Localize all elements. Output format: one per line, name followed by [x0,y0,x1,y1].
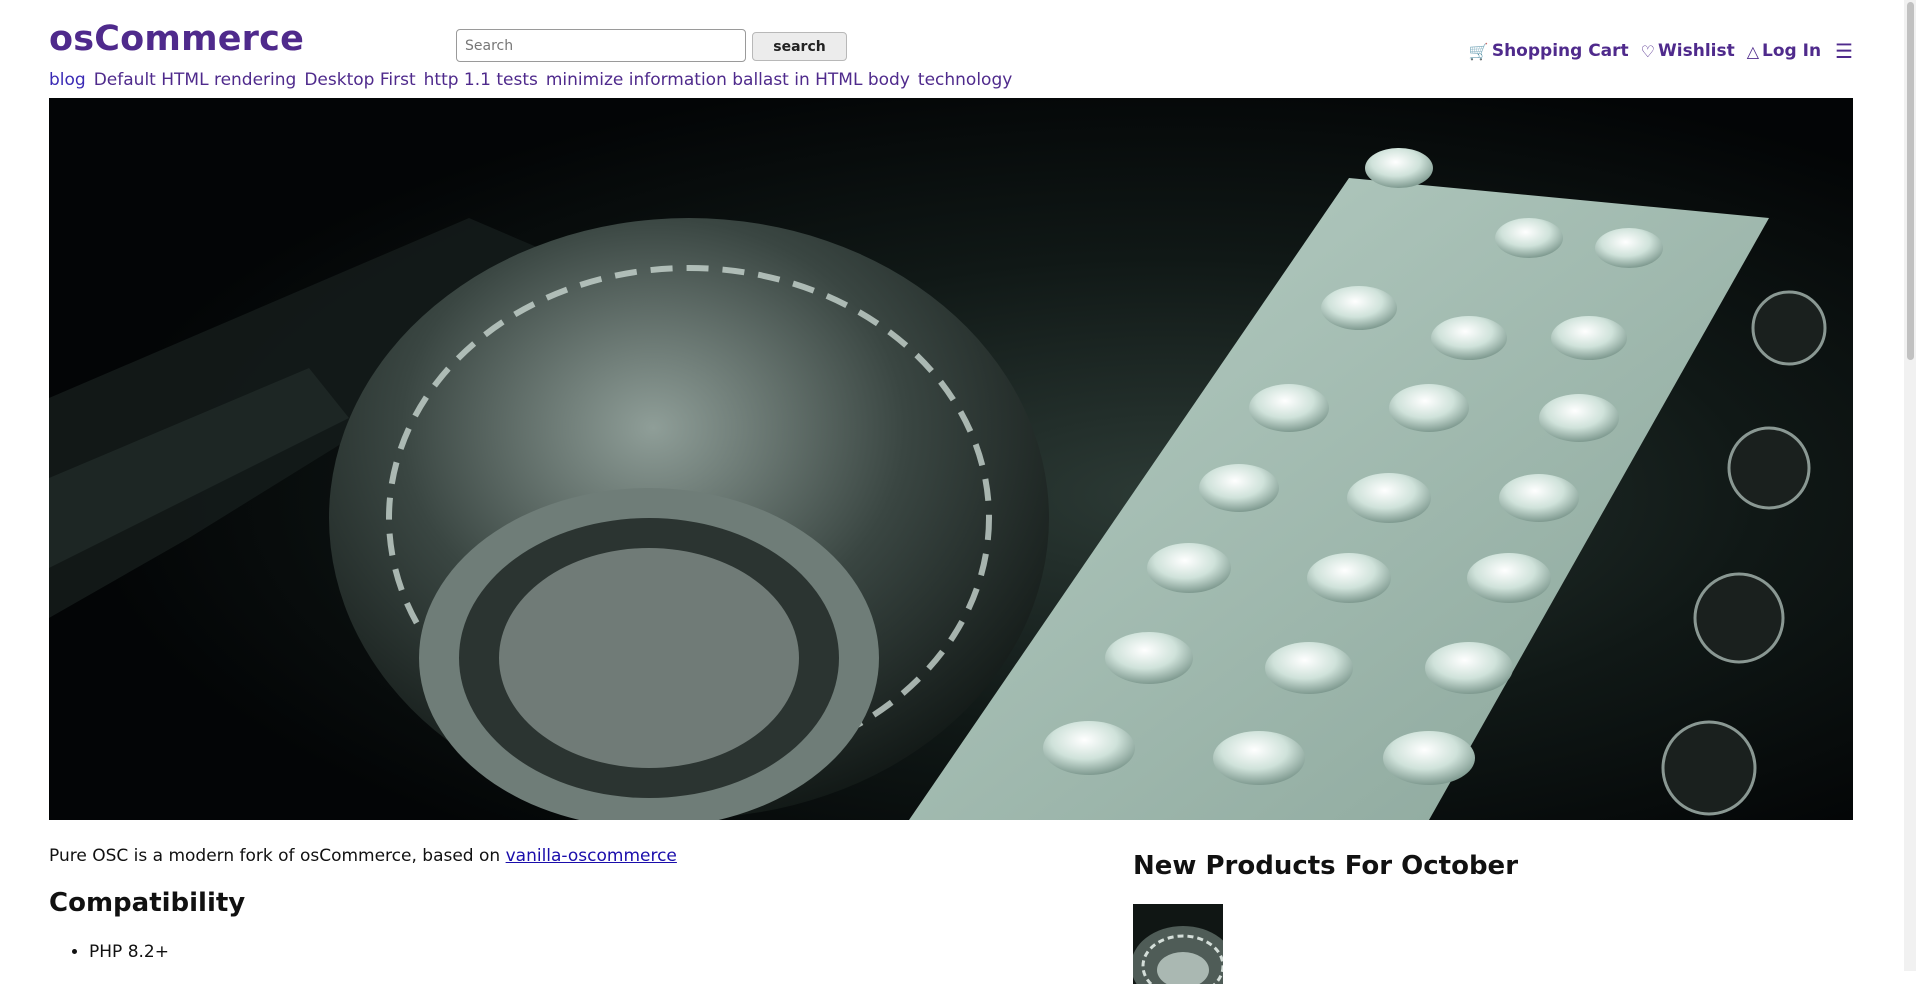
category-link[interactable]: http 1.1 tests [424,70,538,90]
login-label: Log In [1762,41,1822,61]
product-thumbnail[interactable] [1133,904,1223,984]
new-products-heading: New Products For October [1133,851,1519,881]
search-input[interactable] [456,29,746,62]
header-nav: 🛒 Shopping Cart ♡ Wishlist △ Log In ☰ [1469,39,1853,63]
category-link[interactable]: technology [918,70,1012,90]
login-link[interactable]: △ Log In [1747,41,1821,61]
shopping-cart-label: Shopping Cart [1491,41,1629,61]
category-nav: blog Default HTML rendering Desktop Firs… [49,70,1012,90]
search-button[interactable]: search [752,32,847,61]
brand-logo[interactable]: osCommerce [49,19,304,59]
vanilla-oscommerce-link[interactable]: vanilla-oscommerce [506,846,677,866]
compatibility-list: PHP 8.2+ [49,942,169,962]
category-link[interactable]: blog [49,70,86,90]
wishlist-label: Wishlist [1658,41,1735,61]
hamburger-menu-icon[interactable]: ☰ [1835,39,1853,63]
compatibility-heading: Compatibility [49,888,246,918]
scrollbar-thumb[interactable] [1907,2,1914,360]
user-icon: △ [1746,41,1760,61]
cart-icon: 🛒 [1468,41,1489,61]
shopping-cart-link[interactable]: 🛒 Shopping Cart [1469,41,1629,61]
wishlist-link[interactable]: ♡ Wishlist [1641,41,1735,61]
page-scrollbar[interactable] [1904,0,1916,971]
list-item: PHP 8.2+ [89,942,169,962]
category-link[interactable]: minimize information ballast in HTML bod… [546,70,910,90]
category-link[interactable]: Default HTML rendering [94,70,297,90]
intro-text: Pure OSC is a modern fork of osCommerce,… [49,846,506,866]
category-link[interactable]: Desktop First [304,70,415,90]
heart-icon: ♡ [1640,41,1656,61]
intro-paragraph: Pure OSC is a modern fork of osCommerce,… [49,846,677,866]
hero-image [49,98,1853,820]
